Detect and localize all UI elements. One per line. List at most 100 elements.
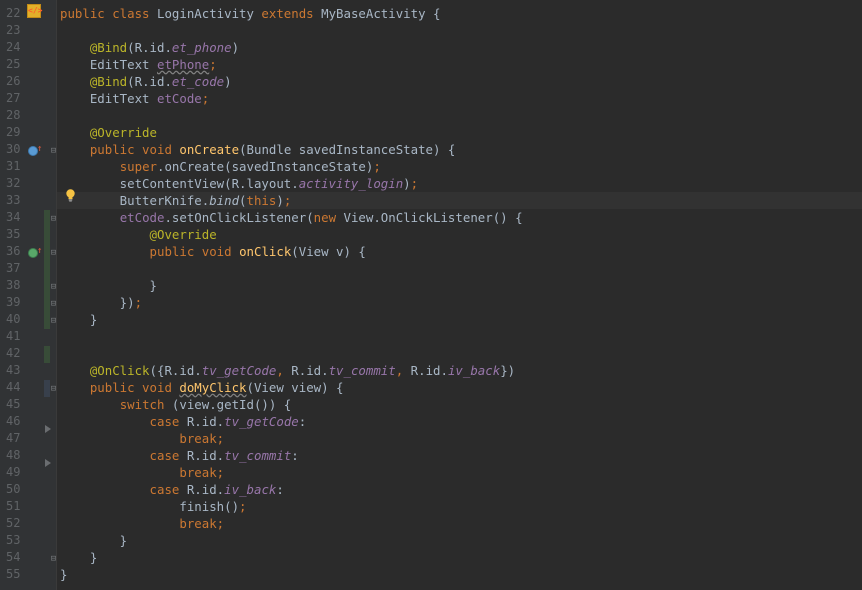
code-token: public class xyxy=(60,6,157,21)
code-token: ButterKnife. xyxy=(60,193,210,208)
code-token: } xyxy=(60,567,68,582)
code-token: (View view) { xyxy=(246,380,344,395)
line-number: 22 xyxy=(6,6,21,20)
line-number: 26 xyxy=(6,74,21,88)
code-line[interactable]: break; xyxy=(57,515,862,532)
code-token: @Bind xyxy=(89,74,128,89)
change-marker[interactable] xyxy=(44,346,50,363)
line-number: 31 xyxy=(6,159,21,173)
code-line[interactable] xyxy=(57,107,862,124)
code-line[interactable]: public void onClick(View v) { xyxy=(57,243,862,260)
code-line[interactable]: } xyxy=(57,532,862,549)
code-line[interactable]: EditText etCode; xyxy=(57,90,862,107)
code-text: }); xyxy=(60,294,142,311)
code-line[interactable]: super.onCreate(savedInstanceState); xyxy=(57,158,862,175)
code-token: onCreate xyxy=(179,142,240,157)
code-line[interactable]: @Bind(R.id.et_phone) xyxy=(57,39,862,56)
code-text: break; xyxy=(60,430,224,447)
code-line[interactable]: } xyxy=(57,566,862,583)
code-token: (view.getId()) { xyxy=(171,397,292,412)
code-token: R.id. xyxy=(410,363,448,378)
code-line[interactable]: switch (view.getId()) { xyxy=(57,396,862,413)
collapse-arrow-icon[interactable] xyxy=(45,459,51,467)
code-line[interactable] xyxy=(57,22,862,39)
code-text: } xyxy=(60,532,127,549)
line-number: 48 xyxy=(6,448,21,462)
code-token: R.id. xyxy=(291,363,329,378)
code-line[interactable]: break; xyxy=(57,464,862,481)
code-line[interactable]: etCode.setOnClickListener(new View.OnCli… xyxy=(57,209,862,226)
code-editor[interactable]: </> ↑ ↑ ⊟ ⊟ ⊟ ⊟ ⊟ ⊟ ⊟ ⊟ 22 23 24 25 26 27 28 29… xyxy=(0,0,862,590)
code-text: } xyxy=(60,311,97,328)
code-text: etCode.setOnClickListener(new View.OnCli… xyxy=(60,209,523,226)
code-line[interactable] xyxy=(57,345,862,362)
code-line[interactable] xyxy=(57,260,862,277)
code-token: break; xyxy=(179,431,225,446)
code-line[interactable]: } xyxy=(57,311,862,328)
code-token: , xyxy=(395,363,411,378)
code-line[interactable]: finish(); xyxy=(57,498,862,515)
code-line[interactable]: } xyxy=(57,549,862,566)
code-token: et_code xyxy=(171,74,225,89)
code-token: R.id. xyxy=(186,414,225,429)
code-token: extends xyxy=(261,6,322,21)
code-line[interactable]: @Bind(R.id.et_code) xyxy=(57,73,862,90)
line-number: 55 xyxy=(6,567,21,581)
code-line[interactable]: public void doMyClick(View view) { xyxy=(57,379,862,396)
code-token: MyBaseActivity { xyxy=(321,6,441,21)
code-token: ) xyxy=(276,193,284,208)
code-text: setContentView(R.layout.activity_login); xyxy=(60,175,418,192)
code-line[interactable]: public void onCreate(Bundle savedInstanc… xyxy=(57,141,862,158)
code-line[interactable]: public class LoginActivity extends MyBas… xyxy=(57,5,862,22)
code-token: public void xyxy=(89,380,180,395)
code-line[interactable]: EditText etPhone; xyxy=(57,56,862,73)
change-marker[interactable] xyxy=(44,210,50,329)
line-number-gutter[interactable]: </> ↑ ↑ ⊟ ⊟ ⊟ ⊟ ⊟ ⊟ ⊟ ⊟ 22 23 24 25 26 27 28 29… xyxy=(0,0,57,590)
code-line[interactable]: @Override xyxy=(57,124,862,141)
line-number: 40 xyxy=(6,312,21,326)
code-token: doMyClick xyxy=(179,380,247,395)
implement-arrow-icon: ↑ xyxy=(37,246,43,256)
code-text: public void doMyClick(View view) { xyxy=(60,379,344,396)
code-text: @Bind(R.id.et_code) xyxy=(60,73,232,90)
code-line[interactable]: ButterKnife.bind(this); xyxy=(57,192,862,209)
code-line[interactable]: @Override xyxy=(57,226,862,243)
code-line[interactable]: case R.id.tv_getCode: xyxy=(57,413,862,430)
line-number: 47 xyxy=(6,431,21,445)
collapse-arrow-icon[interactable] xyxy=(45,425,51,433)
code-token: EditText xyxy=(60,57,157,72)
code-line[interactable]: } xyxy=(57,277,862,294)
code-line[interactable]: @OnClick({R.id.tv_getCode, R.id.tv_commi… xyxy=(57,362,862,379)
code-line[interactable]: case R.id.tv_commit: xyxy=(57,447,862,464)
code-token: ; xyxy=(134,295,143,310)
code-token: (R.id. xyxy=(127,74,172,89)
code-line[interactable]: }); xyxy=(57,294,862,311)
code-token: ( xyxy=(239,193,247,208)
code-line[interactable] xyxy=(57,328,862,345)
code-line[interactable]: setContentView(R.layout.activity_login); xyxy=(57,175,862,192)
line-number: 52 xyxy=(6,516,21,530)
code-line[interactable]: break; xyxy=(57,430,862,447)
code-token: }) xyxy=(60,295,135,310)
code-token: onClick xyxy=(239,244,292,259)
class-file-icon[interactable]: </> xyxy=(27,4,42,18)
code-token: .setOnClickListener( xyxy=(164,210,314,225)
line-number: 30 xyxy=(6,142,21,156)
code-token: ) xyxy=(224,74,232,89)
code-token: @Override xyxy=(149,227,217,242)
code-token: switch xyxy=(119,397,172,412)
line-number: 49 xyxy=(6,465,21,479)
code-area[interactable]: public class LoginActivity extends MyBas… xyxy=(57,0,862,590)
code-token: @Override xyxy=(89,125,157,140)
code-token: ; xyxy=(201,91,210,106)
code-text: public void onClick(View v) { xyxy=(60,243,366,260)
line-number: 50 xyxy=(6,482,21,496)
code-line[interactable]: case R.id.iv_back: xyxy=(57,481,862,498)
lightbulb-icon[interactable] xyxy=(65,189,76,202)
